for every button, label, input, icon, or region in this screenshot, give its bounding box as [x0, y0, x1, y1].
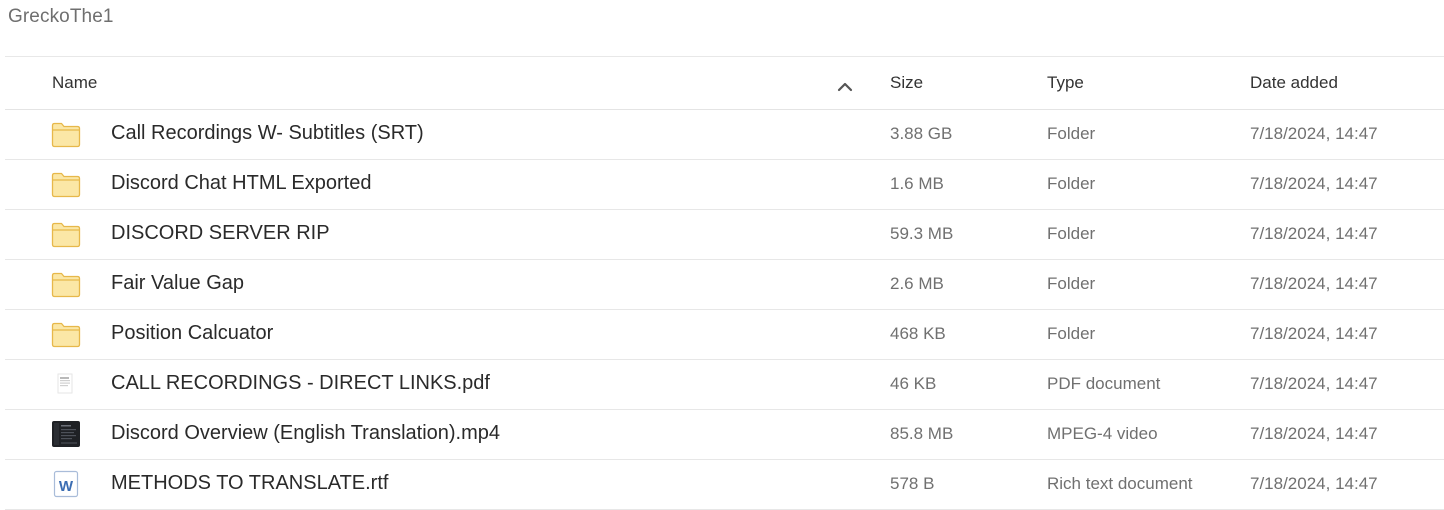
file-type: Folder	[1047, 174, 1096, 193]
folder-icon	[51, 220, 81, 248]
file-type: Folder	[1047, 224, 1096, 243]
file-type: Folder	[1047, 274, 1096, 293]
column-header-size[interactable]: Size	[890, 73, 923, 93]
column-header-date[interactable]: Date added	[1250, 73, 1338, 93]
file-name[interactable]: DISCORD SERVER RIP	[111, 222, 330, 245]
file-size: 468 KB	[890, 324, 946, 343]
file-name[interactable]: Discord Chat HTML Exported	[111, 172, 371, 195]
table-row[interactable]: Discord Overview (English Translation).m…	[5, 410, 1444, 460]
svg-text:W: W	[59, 478, 74, 495]
word-document-icon: W	[51, 470, 81, 498]
file-date-added: 7/18/2024, 14:47	[1250, 124, 1378, 143]
file-type: Folder	[1047, 324, 1096, 343]
file-table: Name Size Type Date added Call Recording…	[5, 56, 1444, 510]
chevron-up-icon[interactable]	[837, 77, 853, 92]
file-name[interactable]: Position Calcuator	[111, 322, 273, 345]
file-date-added: 7/18/2024, 14:47	[1250, 224, 1378, 243]
file-date-added: 7/18/2024, 14:47	[1250, 474, 1378, 493]
column-header-name[interactable]: Name	[52, 73, 97, 93]
file-size: 578 B	[890, 474, 935, 493]
folder-icon	[51, 320, 81, 348]
file-date-added: 7/18/2024, 14:47	[1250, 274, 1378, 293]
file-size: 59.3 MB	[890, 224, 954, 243]
file-type: PDF document	[1047, 374, 1161, 393]
pdf-thumbnail-icon	[51, 370, 81, 398]
file-size: 3.88 GB	[890, 124, 953, 143]
table-row[interactable]: Fair Value Gap 2.6 MB Folder 7/18/2024, …	[5, 260, 1444, 310]
file-date-added: 7/18/2024, 14:47	[1250, 324, 1378, 343]
file-name[interactable]: Fair Value Gap	[111, 272, 244, 295]
folder-icon	[51, 270, 81, 298]
file-type: Rich text document	[1047, 474, 1193, 493]
table-row[interactable]: DISCORD SERVER RIP 59.3 MB Folder 7/18/2…	[5, 210, 1444, 260]
file-name[interactable]: CALL RECORDINGS - DIRECT LINKS.pdf	[111, 372, 490, 395]
table-row[interactable]: W METHODS TO TRANSLATE.rtf 578 B Rich te…	[5, 460, 1444, 510]
folder-icon	[51, 170, 81, 198]
file-type: MPEG-4 video	[1047, 424, 1158, 443]
file-name[interactable]: Discord Overview (English Translation).m…	[111, 422, 500, 445]
file-name[interactable]: METHODS TO TRANSLATE.rtf	[111, 472, 388, 495]
file-size: 85.8 MB	[890, 424, 954, 443]
file-size: 46 KB	[890, 374, 937, 393]
folder-icon	[51, 120, 81, 148]
table-row[interactable]: Call Recordings W- Subtitles (SRT) 3.88 …	[5, 110, 1444, 160]
table-row[interactable]: Discord Chat HTML Exported 1.6 MB Folder…	[5, 160, 1444, 210]
file-date-added: 7/18/2024, 14:47	[1250, 424, 1378, 443]
breadcrumb[interactable]: GreckoThe1	[8, 6, 114, 28]
file-size: 2.6 MB	[890, 274, 944, 293]
table-header: Name Size Type Date added	[5, 56, 1444, 110]
file-size: 1.6 MB	[890, 174, 944, 193]
table-row[interactable]: Position Calcuator 468 KB Folder 7/18/20…	[5, 310, 1444, 360]
table-row[interactable]: CALL RECORDINGS - DIRECT LINKS.pdf 46 KB…	[5, 360, 1444, 410]
video-thumbnail-icon	[51, 420, 81, 448]
file-type: Folder	[1047, 124, 1096, 143]
file-date-added: 7/18/2024, 14:47	[1250, 374, 1378, 393]
file-date-added: 7/18/2024, 14:47	[1250, 174, 1378, 193]
file-name[interactable]: Call Recordings W- Subtitles (SRT)	[111, 122, 424, 145]
column-header-type[interactable]: Type	[1047, 73, 1084, 93]
